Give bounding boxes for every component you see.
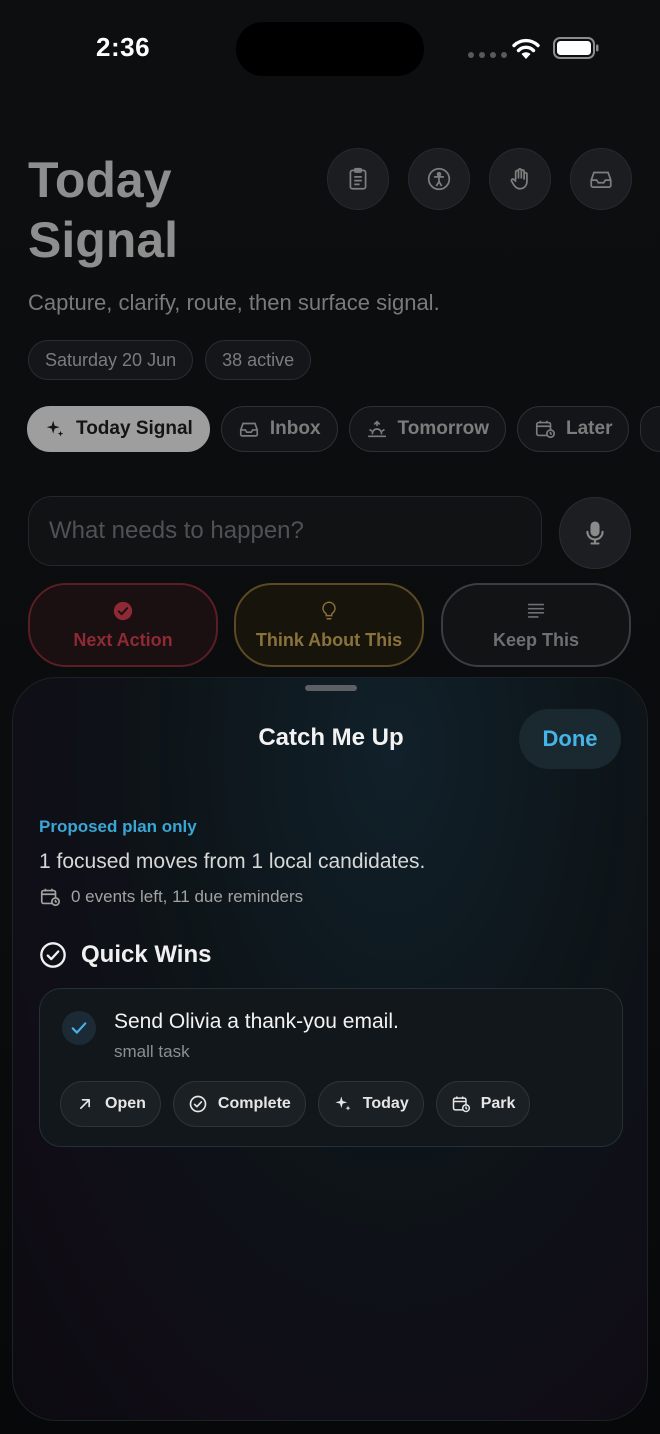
tab-label: Later	[566, 418, 613, 439]
section-title: Quick Wins	[81, 941, 212, 968]
next-action-label: Next Action	[73, 629, 173, 650]
tab-more[interactable]	[640, 406, 660, 452]
next-action-button[interactable]: Next Action	[28, 583, 218, 667]
inbox-tray-icon	[239, 422, 258, 437]
task-title: Send Olivia a thank-you email.	[114, 1010, 399, 1033]
keep-this-label: Keep This	[492, 629, 580, 650]
task-checkbox[interactable]	[62, 1011, 96, 1045]
quick-wins-header: Quick Wins	[39, 941, 211, 969]
today-label: Today	[362, 1095, 409, 1112]
tab-later[interactable]: Later	[517, 406, 630, 452]
open-label: Open	[105, 1095, 146, 1112]
sparkle-icon	[335, 1096, 351, 1111]
sunrise-icon	[367, 420, 386, 438]
tab-label: Inbox	[269, 418, 321, 439]
hand-icon	[510, 168, 528, 190]
microphone-icon	[586, 521, 604, 545]
proposed-plan-label: Proposed plan only	[39, 817, 197, 836]
active-count-chip: 38 active	[205, 340, 312, 380]
keep-this-button[interactable]: Keep This	[441, 583, 631, 667]
tab-label: Tomorrow	[397, 418, 489, 439]
accessibility-button[interactable]	[408, 148, 470, 210]
arrow-up-right-icon	[80, 1099, 90, 1109]
plan-meta-text: 0 events left, 11 due reminders	[71, 887, 304, 906]
date-chip: Saturday 20 Jun	[28, 340, 194, 380]
clipboard-button[interactable]	[327, 148, 389, 210]
screen: 2:36 Today Signal Capture, clarify, rout…	[0, 0, 660, 1434]
page-subtitle: Capture, clarify, route, then surface si…	[28, 290, 440, 315]
sheet-grabber[interactable]	[305, 685, 357, 691]
task-card: Send Olivia a thank-you email. small tas…	[39, 988, 623, 1147]
page-title: Today Signal	[28, 152, 179, 268]
check-circle-icon	[113, 601, 133, 620]
calendar-clock-icon	[535, 420, 555, 439]
capture-input[interactable]	[28, 496, 542, 566]
header-chips: Saturday 20 Jun 38 active	[28, 340, 312, 380]
complete-label: Complete	[217, 1095, 291, 1112]
text-lines-icon	[527, 603, 545, 618]
checkmark-icon	[71, 1022, 87, 1034]
background-app: Today Signal Capture, clarify, route, th…	[0, 0, 660, 680]
lightbulb-icon	[322, 601, 336, 620]
tab-tomorrow[interactable]: Tomorrow	[348, 406, 506, 452]
plan-meta: 0 events left, 11 due reminders	[39, 886, 303, 908]
tab-today-signal[interactable]: Today Signal	[27, 406, 210, 452]
think-about-this-button[interactable]: Think About This	[234, 583, 424, 667]
calendar-clock-icon	[40, 888, 60, 907]
done-button[interactable]: Done	[519, 709, 621, 769]
inbox-tray-icon	[590, 171, 612, 188]
mic-button[interactable]	[559, 497, 631, 569]
today-button[interactable]: Today	[317, 1081, 424, 1127]
sparkle-icon	[46, 420, 64, 437]
filter-tabs: Today Signal Inbox Tomorrow Later	[27, 406, 660, 452]
task-subtitle: small task	[114, 1042, 190, 1061]
header-actions	[327, 148, 632, 210]
calendar-clock-icon	[452, 1096, 470, 1113]
open-button[interactable]: Open	[60, 1081, 161, 1127]
tab-inbox[interactable]: Inbox	[220, 406, 338, 452]
task-actions: Open Complete Today Park	[60, 1081, 531, 1127]
complete-button[interactable]: Complete	[172, 1081, 306, 1127]
park-label: Park	[480, 1095, 516, 1112]
plan-summary: 1 focused moves from 1 local candidates.	[39, 850, 426, 873]
tab-label: Today Signal	[76, 418, 193, 439]
inbox-button[interactable]	[570, 148, 632, 210]
check-circle-icon	[189, 1095, 207, 1113]
clipboard-icon	[349, 167, 367, 190]
catch-me-up-sheet: Catch Me Up Done Proposed plan only 1 fo…	[12, 677, 648, 1421]
park-button[interactable]: Park	[435, 1081, 531, 1127]
accessibility-icon	[427, 167, 451, 191]
think-about-label: Think About This	[255, 629, 403, 650]
check-circle-icon	[40, 942, 66, 968]
hand-button[interactable]	[489, 148, 551, 210]
